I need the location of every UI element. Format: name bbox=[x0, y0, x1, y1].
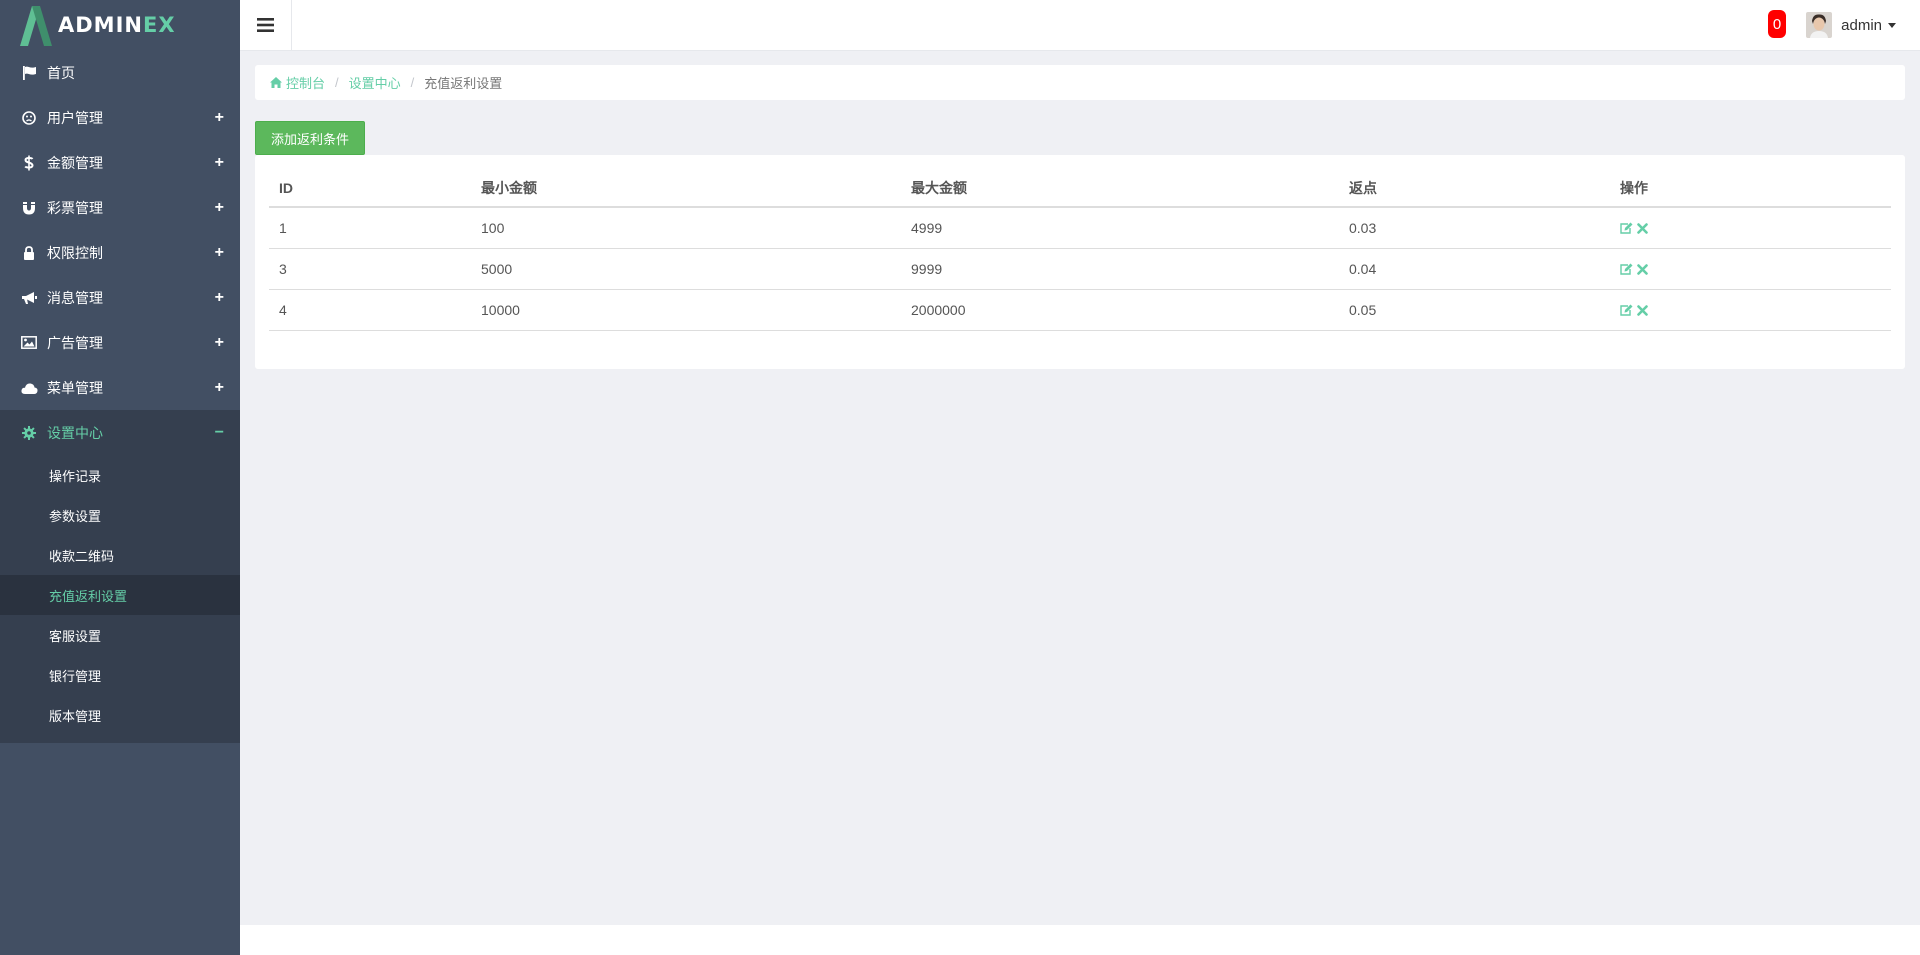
expand-icon: + bbox=[214, 243, 224, 261]
expand-icon: + bbox=[214, 108, 224, 126]
user-name: admin bbox=[1841, 16, 1882, 34]
sidebar-item-menus[interactable]: 菜单管理 + bbox=[0, 365, 240, 410]
submenu-item-parameters[interactable]: 参数设置 bbox=[0, 495, 240, 535]
column-header-actions: 操作 bbox=[1610, 170, 1891, 208]
caret-down-icon bbox=[1888, 22, 1896, 28]
rebate-table: ID 最小金额 最大金额 返点 操作 1 100 4999 0.03 3 500… bbox=[269, 170, 1891, 331]
expand-icon: + bbox=[214, 198, 224, 216]
sidebar-item-label: 菜单管理 bbox=[47, 379, 103, 396]
cell-rebate: 0.04 bbox=[1339, 248, 1610, 290]
breadcrumb-section[interactable]: 设置中心 bbox=[349, 73, 401, 92]
cell-min-amount: 5000 bbox=[471, 248, 901, 290]
expand-icon: + bbox=[214, 153, 224, 171]
edit-icon[interactable] bbox=[1620, 304, 1633, 316]
cell-actions bbox=[1610, 207, 1891, 249]
breadcrumb: 控制台 / 设置中心 / 充值返利设置 bbox=[255, 65, 1905, 100]
sidebar-item-label: 设置中心 bbox=[47, 424, 103, 441]
gear-icon bbox=[20, 425, 38, 440]
breadcrumb-current: 充值返利设置 bbox=[424, 76, 503, 91]
user-face-icon bbox=[20, 110, 38, 125]
sidebar-item-label: 消息管理 bbox=[47, 289, 103, 306]
brand-logo[interactable]: ADMINEX bbox=[0, 0, 240, 50]
menu-icon bbox=[257, 18, 274, 32]
sidebar-item-ads[interactable]: 广告管理 + bbox=[0, 320, 240, 365]
submenu-item-recharge-rebate[interactable]: 充值返利设置 bbox=[0, 575, 240, 615]
user-menu[interactable]: admin bbox=[1806, 11, 1896, 39]
submenu-item-customer-service[interactable]: 客服设置 bbox=[0, 615, 240, 655]
breadcrumb-separator: / bbox=[335, 75, 339, 90]
rebate-table-panel: ID 最小金额 最大金额 返点 操作 1 100 4999 0.03 3 500… bbox=[255, 155, 1905, 369]
cell-actions bbox=[1610, 289, 1891, 331]
delete-icon[interactable] bbox=[1637, 222, 1648, 234]
sidebar-item-label: 彩票管理 bbox=[47, 199, 103, 216]
cell-id: 3 bbox=[269, 248, 471, 290]
column-header-id: ID bbox=[269, 170, 471, 208]
table-header-row: ID 最小金额 最大金额 返点 操作 bbox=[269, 170, 1891, 208]
sidebar-item-settings[interactable]: 设置中心 − bbox=[0, 410, 240, 455]
table-row: 1 100 4999 0.03 bbox=[269, 207, 1891, 249]
cell-id: 1 bbox=[269, 207, 471, 249]
sidebar-toggle-button[interactable] bbox=[240, 0, 292, 50]
image-icon bbox=[20, 336, 38, 349]
collapse-icon: − bbox=[214, 423, 224, 441]
cell-rebate: 0.03 bbox=[1339, 207, 1610, 249]
table-row: 4 10000 2000000 0.05 bbox=[269, 289, 1891, 331]
home-icon bbox=[270, 77, 282, 88]
delete-icon[interactable] bbox=[1637, 263, 1648, 275]
sidebar-item-lottery[interactable]: 彩票管理 + bbox=[0, 185, 240, 230]
cell-min-amount: 100 bbox=[471, 207, 901, 249]
sidebar-item-messages[interactable]: 消息管理 + bbox=[0, 275, 240, 320]
sidebar-item-users[interactable]: 用户管理 + bbox=[0, 95, 240, 140]
sidebar: ADMINEX 首页 用户管理 + 金额管理 + 彩票管理 + 权限控制 + 消… bbox=[0, 0, 240, 955]
bullhorn-icon bbox=[20, 291, 38, 305]
brand-name: ADMINEX bbox=[58, 13, 176, 37]
cloud-icon bbox=[20, 382, 38, 394]
expand-icon: + bbox=[214, 288, 224, 306]
submenu-item-versions[interactable]: 版本管理 bbox=[0, 695, 240, 735]
breadcrumb-home-label: 控制台 bbox=[286, 76, 326, 91]
cell-rebate: 0.05 bbox=[1339, 289, 1610, 331]
breadcrumb-home[interactable]: 控制台 bbox=[270, 73, 325, 92]
table-row: 3 5000 9999 0.04 bbox=[269, 248, 1891, 290]
expand-icon: + bbox=[214, 333, 224, 351]
settings-submenu: 操作记录 参数设置 收款二维码 充值返利设置 客服设置 银行管理 版本管理 bbox=[0, 455, 240, 743]
cell-id: 4 bbox=[269, 289, 471, 331]
breadcrumb-separator: / bbox=[410, 75, 415, 90]
edit-icon[interactable] bbox=[1620, 222, 1633, 234]
add-rebate-condition-button[interactable]: 添加返利条件 bbox=[255, 121, 365, 155]
sidebar-item-label: 用户管理 bbox=[47, 109, 103, 126]
submenu-item-banks[interactable]: 银行管理 bbox=[0, 655, 240, 695]
footer-bar bbox=[240, 925, 1920, 955]
cell-actions bbox=[1610, 248, 1891, 290]
top-header: 0 admin bbox=[240, 0, 1920, 51]
delete-icon[interactable] bbox=[1637, 304, 1648, 316]
submenu-item-operation-log[interactable]: 操作记录 bbox=[0, 455, 240, 495]
sidebar-nav: 首页 用户管理 + 金额管理 + 彩票管理 + 权限控制 + 消息管理 + 广告… bbox=[0, 50, 240, 455]
expand-icon: + bbox=[214, 378, 224, 396]
sidebar-item-label: 金额管理 bbox=[47, 154, 103, 171]
cell-min-amount: 10000 bbox=[471, 289, 901, 331]
notification-badge[interactable]: 0 bbox=[1768, 10, 1786, 38]
logo-mark-icon bbox=[20, 6, 52, 46]
column-header-max-amount: 最大金额 bbox=[901, 170, 1339, 208]
edit-icon[interactable] bbox=[1620, 263, 1633, 275]
sidebar-item-permissions[interactable]: 权限控制 + bbox=[0, 230, 240, 275]
sidebar-item-home[interactable]: 首页 bbox=[0, 50, 240, 95]
submenu-item-payment-qrcode[interactable]: 收款二维码 bbox=[0, 535, 240, 575]
cell-max-amount: 4999 bbox=[901, 207, 1339, 249]
dollar-icon bbox=[20, 155, 38, 171]
magnet-icon bbox=[20, 201, 38, 215]
cell-max-amount: 2000000 bbox=[901, 289, 1339, 331]
sidebar-item-amount[interactable]: 金额管理 + bbox=[0, 140, 240, 185]
column-header-rebate: 返点 bbox=[1339, 170, 1610, 208]
flag-icon bbox=[20, 65, 38, 80]
sidebar-item-label: 权限控制 bbox=[47, 244, 103, 261]
lock-icon bbox=[20, 245, 38, 260]
cell-max-amount: 9999 bbox=[901, 248, 1339, 290]
column-header-min-amount: 最小金额 bbox=[471, 170, 901, 208]
avatar bbox=[1806, 12, 1833, 38]
sidebar-item-label: 广告管理 bbox=[47, 334, 103, 351]
sidebar-item-label: 首页 bbox=[47, 64, 75, 81]
